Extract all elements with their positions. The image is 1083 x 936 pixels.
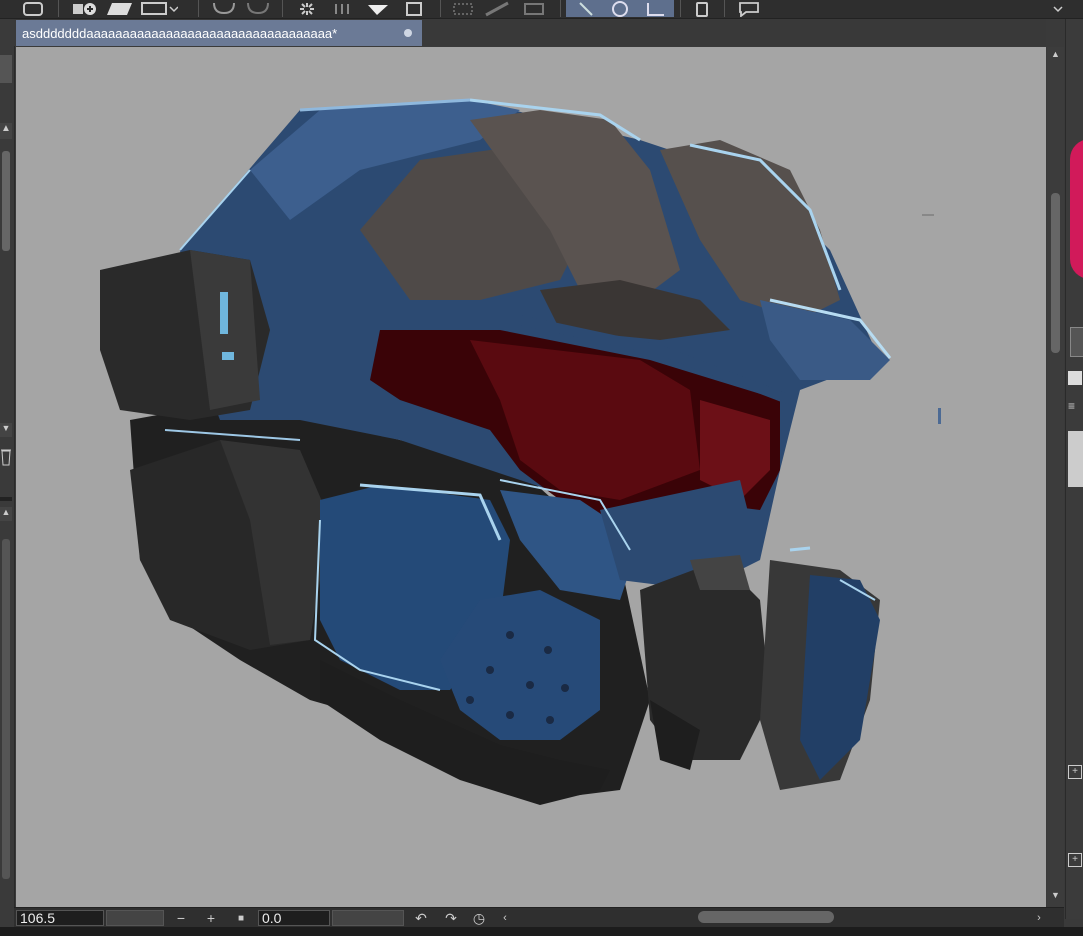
scroll-up-arrow-icon[interactable]: ▲ [1049, 49, 1062, 63]
expand-plus-icon[interactable]: + [1068, 765, 1082, 779]
selection-layer-icon[interactable] [516, 0, 552, 17]
taskbar-strip [0, 927, 1083, 936]
new-canvas-icon[interactable] [68, 0, 102, 17]
reset-rotation-icon[interactable]: ◷ [470, 910, 488, 926]
trash-icon[interactable] [0, 445, 12, 467]
redo-icon[interactable] [240, 0, 274, 17]
scroll-down-arrow-icon[interactable]: ▼ [1049, 890, 1062, 904]
vertical-scroll-thumb[interactable] [1051, 193, 1060, 353]
zoom-in-button[interactable]: + [202, 910, 220, 926]
horizontal-scroll-thumb[interactable] [698, 911, 834, 923]
scroll-left-arrow-icon[interactable]: ‹ [496, 910, 514, 926]
right-dock: ≡ + + [1065, 19, 1083, 919]
device-icon[interactable] [688, 0, 716, 17]
expand-plus-icon[interactable]: + [1068, 853, 1082, 867]
color-wheel[interactable] [1070, 139, 1083, 279]
selection-dashed-icon[interactable] [446, 0, 480, 17]
toggle-icon[interactable] [1068, 371, 1082, 385]
panel-collapse-icon[interactable] [1050, 0, 1066, 17]
scroll-up-arrow-icon[interactable]: ▲ [0, 123, 12, 139]
scroll-down-arrow-icon[interactable]: ▼ [0, 423, 12, 437]
layer-icon[interactable] [16, 0, 50, 17]
left-panel-tab[interactable] [0, 55, 12, 83]
menu-icon[interactable]: ≡ [1068, 399, 1082, 413]
clear-selection-icon[interactable] [480, 0, 514, 17]
rotate-left-icon[interactable]: ↶ [412, 910, 430, 926]
speech-bubble-icon[interactable] [732, 0, 766, 17]
helmet-artwork [100, 98, 941, 805]
scroll-up-arrow-icon[interactable]: ▲ [0, 507, 12, 521]
fit-view-button[interactable]: ■ [232, 910, 250, 926]
ruler-tools-group[interactable] [566, 0, 674, 17]
undo-icon[interactable] [206, 0, 240, 17]
color-swatch[interactable] [1070, 327, 1083, 357]
rotate-right-icon[interactable]: ↷ [442, 910, 460, 926]
transform-dashed-icon[interactable] [326, 0, 360, 17]
left-scrollbar-thumb[interactable] [2, 539, 10, 879]
main-toolbar [0, 0, 1083, 19]
zoom-slider[interactable] [106, 910, 164, 926]
fill-bucket-icon[interactable] [360, 0, 394, 17]
left-dock: ▲ ▼ ▲ [0, 19, 15, 919]
document-tab-title: asdddddddaaaaaaaaaaaaaaaaaaaaaaaaaaaaaaa… [22, 25, 338, 41]
canvas-vertical-scrollbar[interactable]: ▲ ▼ [1047, 47, 1064, 907]
loading-spinner-icon[interactable] [290, 0, 324, 17]
scroll-right-arrow-icon[interactable]: › [1030, 910, 1048, 926]
open-folder-icon[interactable] [102, 0, 136, 17]
rotation-slider[interactable] [332, 910, 404, 926]
drawing-canvas[interactable] [16, 47, 1046, 907]
document-tab[interactable]: asdddddddaaaaaaaaaaaaaaaaaaaaaaaaaaaaaaa… [16, 20, 422, 46]
left-scrollbar-thumb[interactable] [2, 151, 10, 251]
tab-close-dot-icon[interactable] [404, 29, 412, 37]
layer-thumbnail[interactable] [1068, 431, 1083, 487]
save-icon[interactable] [136, 0, 180, 17]
zoom-out-button[interactable]: − [172, 910, 190, 926]
rotation-field[interactable]: 0.0 [258, 910, 330, 926]
zoom-field[interactable]: 106.5 [16, 910, 104, 926]
crop-icon[interactable] [396, 0, 432, 17]
canvas-status-bar: 106.5 − + ■ 0.0 ↶ ↷ ◷ ‹ › [14, 907, 1064, 928]
